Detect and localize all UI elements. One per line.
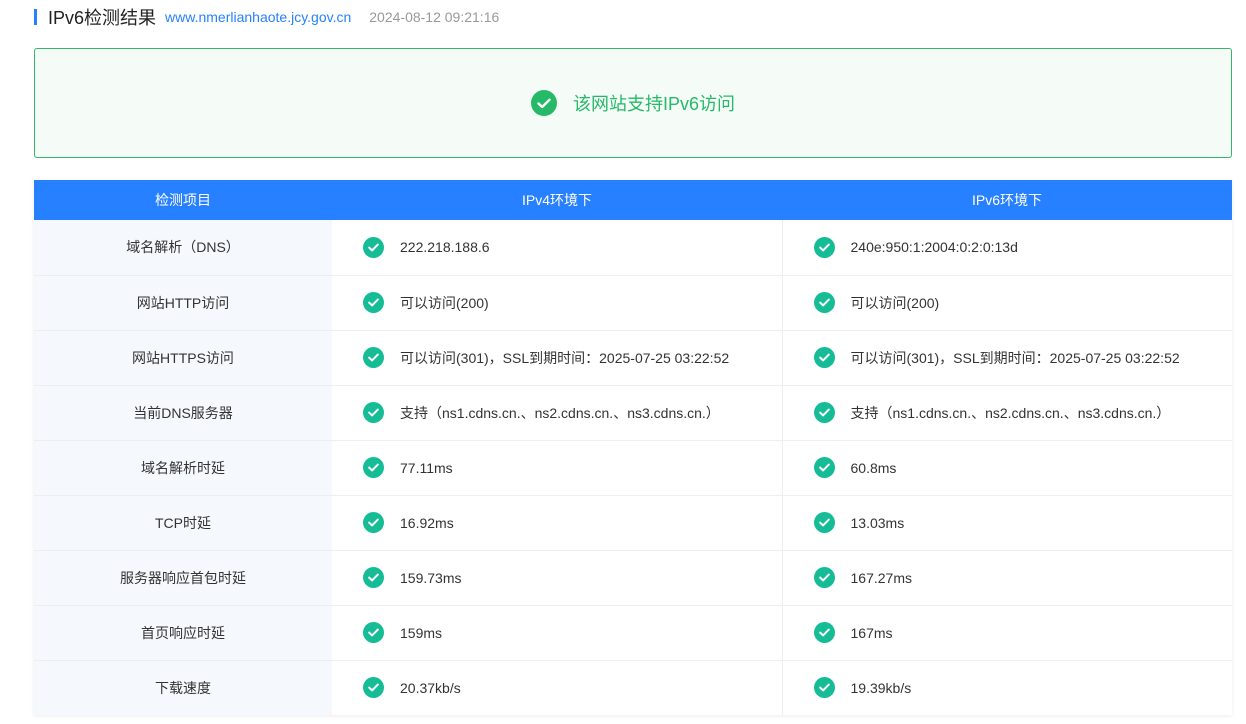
ipv4-result-value: 16.92ms [400, 514, 454, 531]
ipv6-result-cell: 可以访问(301)，SSL到期时间：2025-07-25 03:22:52 [782, 330, 1232, 386]
table-row: 当前DNS服务器 支持（ns1.cdns.cn.、ns2.cdns.cn.、ns3… [34, 385, 1232, 441]
table-row: TCP时延 16.92ms 13.03ms [34, 495, 1232, 551]
row-item-label: 网站HTTP访问 [34, 275, 332, 331]
check-timestamp: 2024-08-12 09:21:16 [369, 9, 500, 25]
header-item: 检测项目 [34, 180, 332, 220]
check-circle-icon [813, 347, 835, 368]
row-item-label: 域名解析（DNS） [34, 220, 332, 276]
ipv6-result-cell: 13.03ms [782, 495, 1232, 551]
header-ipv6: IPv6环境下 [782, 180, 1232, 220]
ipv4-result-cell: 20.37kb/s [332, 660, 783, 715]
ipv4-result-value: 可以访问(200) [400, 294, 489, 311]
table-row: 网站HTTP访问 可以访问(200) 可以访问(200) [34, 275, 1232, 331]
ipv4-result-cell: 159ms [332, 605, 783, 661]
table-row: 域名解析（DNS） 222.218.188.6 240e:950:1:2004:0:… [34, 220, 1232, 276]
ipv6-result-cell: 支持（ns1.cdns.cn.、ns2.cdns.cn.、ns3.cdns.cn… [782, 385, 1232, 441]
results-table: 检测项目 IPv4环境下 IPv6环境下 域名解析（DNS） 222.218.18… [34, 180, 1232, 715]
table-row: 服务器响应首包时延 159.73ms 167.27ms [34, 550, 1232, 606]
check-circle-icon [363, 236, 384, 258]
check-circle-icon [363, 347, 384, 368]
header-accent-bar [34, 9, 37, 25]
page-title: IPv6检测结果 [48, 8, 157, 28]
table-header-row: 检测项目 IPv4环境下 IPv6环境下 [34, 180, 1232, 220]
ipv4-result-cell: 222.218.188.6 [332, 220, 783, 276]
check-circle-icon [363, 292, 384, 313]
ipv4-result-value: 222.218.188.6 [400, 239, 490, 256]
ipv4-result-value: 支持（ns1.cdns.cn.、ns2.cdns.cn.、ns3.cdns.cn… [400, 404, 720, 421]
check-circle-icon [363, 567, 384, 588]
check-circle-icon [813, 622, 835, 643]
site-url-link[interactable]: www.nmerlianhaote.jcy.gov.cn [165, 9, 351, 25]
ipv6-result-value: 13.03ms [850, 514, 905, 531]
ipv6-result-cell: 19.39kb/s [782, 660, 1232, 715]
ipv4-result-cell: 16.92ms [332, 495, 783, 551]
result-banner: 该网站支持IPv6访问 [34, 48, 1232, 158]
ipv6-result-cell: 167ms [782, 605, 1232, 661]
row-item-label: 首页响应时延 [34, 605, 332, 661]
check-circle-icon [813, 236, 835, 258]
row-item-label: 当前DNS服务器 [34, 385, 332, 441]
result-message: 该网站支持IPv6访问 [572, 94, 736, 114]
check-circle-icon [813, 567, 835, 588]
table-row: 网站HTTPS访问 可以访问(301)，SSL到期时间：2025-07-25 03… [34, 330, 1232, 386]
check-circle-icon [363, 457, 384, 478]
ipv6-result-cell: 240e:950:1:2004:0:2:0:13d [782, 220, 1232, 276]
ipv4-result-value: 159.73ms [400, 569, 462, 586]
check-circle-icon [813, 512, 835, 533]
ipv6-result-value: 60.8ms [850, 459, 897, 476]
check-circle-icon [363, 512, 384, 533]
ipv4-result-cell: 77.11ms [332, 440, 783, 496]
check-circle-icon [363, 622, 384, 643]
check-circle-icon [530, 90, 557, 116]
ipv6-result-value: 167.27ms [850, 569, 912, 586]
header-ipv4: IPv4环境下 [332, 180, 782, 220]
ipv4-result-cell: 可以访问(200) [332, 275, 783, 331]
check-circle-icon [813, 292, 835, 313]
ipv4-result-cell: 支持（ns1.cdns.cn.、ns2.cdns.cn.、ns3.cdns.cn… [332, 385, 783, 441]
row-item-label: 域名解析时延 [34, 440, 332, 496]
ipv6-result-value: 可以访问(301)，SSL到期时间：2025-07-25 03:22:52 [850, 349, 1180, 366]
row-item-label: 服务器响应首包时延 [34, 550, 332, 606]
row-item-label: TCP时延 [34, 495, 332, 551]
ipv6-result-cell: 167.27ms [782, 550, 1232, 606]
ipv6-result-value: 19.39kb/s [850, 679, 912, 696]
ipv4-result-cell: 可以访问(301)，SSL到期时间：2025-07-25 03:22:52 [332, 330, 783, 386]
check-circle-icon [363, 677, 384, 699]
ipv4-result-value: 可以访问(301)，SSL到期时间：2025-07-25 03:22:52 [400, 349, 730, 366]
ipv4-result-value: 159ms [400, 624, 443, 641]
ipv4-result-value: 20.37kb/s [400, 679, 461, 696]
ipv6-result-value: 支持（ns1.cdns.cn.、ns2.cdns.cn.、ns3.cdns.cn… [850, 404, 1171, 421]
ipv6-result-cell: 可以访问(200) [782, 275, 1232, 331]
ipv6-result-cell: 60.8ms [782, 440, 1232, 496]
row-item-label: 网站HTTPS访问 [34, 330, 332, 386]
check-circle-icon [363, 402, 384, 423]
ipv4-result-value: 77.11ms [400, 459, 453, 476]
check-circle-icon [813, 402, 835, 423]
table-row: 下载速度 20.37kb/s 19.39kb/s [34, 660, 1232, 715]
page-header: IPv6检测结果 www.nmerlianhaote.jcy.gov.cn 20… [34, 4, 499, 30]
ipv6-result-value: 167ms [850, 624, 893, 641]
ipv4-result-cell: 159.73ms [332, 550, 783, 606]
check-circle-icon [813, 457, 835, 478]
ipv6-result-value: 240e:950:1:2004:0:2:0:13d [850, 239, 1018, 256]
row-item-label: 下载速度 [34, 660, 332, 715]
ipv6-result-value: 可以访问(200) [850, 294, 940, 311]
table-row: 域名解析时延 77.11ms 60.8ms [34, 440, 1232, 496]
table-row: 首页响应时延 159ms 167ms [34, 605, 1232, 661]
check-circle-icon [813, 677, 835, 699]
